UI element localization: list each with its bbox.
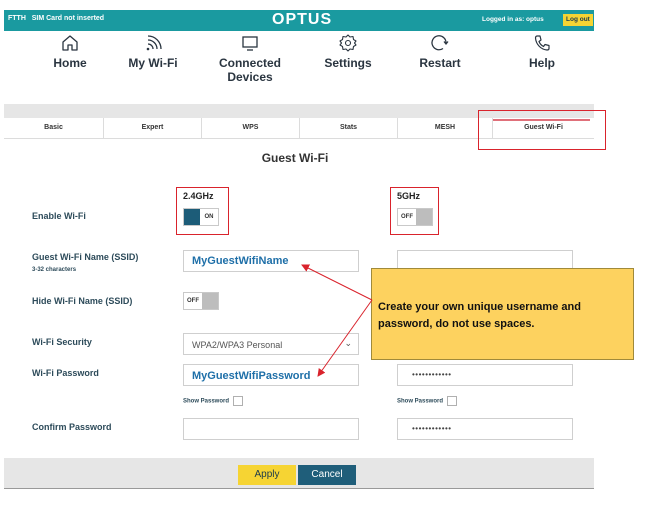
- footer-divider: [4, 488, 594, 489]
- cancel-button[interactable]: Cancel: [298, 465, 356, 485]
- annotation-arrows: [301, 264, 373, 377]
- apply-button[interactable]: Apply: [238, 465, 296, 485]
- arrow-to-ssid: [301, 264, 373, 301]
- arrow-to-password: [317, 299, 373, 377]
